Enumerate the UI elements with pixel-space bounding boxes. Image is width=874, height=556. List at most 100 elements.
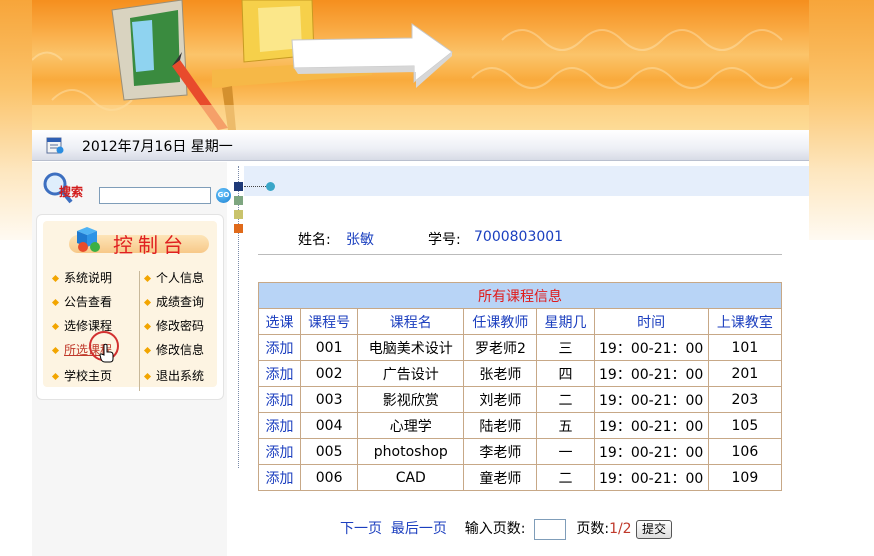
menu-item-change-password[interactable]: 修改密码 [143,317,204,334]
bullet-icon [51,346,60,355]
search-input[interactable] [99,187,211,204]
column-header: 时间 [593,308,709,335]
student-id-label: 学号: [428,232,461,248]
page-number-input[interactable] [533,518,566,540]
menu-item-school-home[interactable]: 学校主页 [51,367,112,384]
column-header: 课程号 [300,308,359,335]
menu-item-system-info[interactable]: 系统说明 [51,269,112,286]
bullet-icon [143,274,152,283]
next-page-link[interactable]: 下一页 [340,521,382,537]
table-cell: 陆老师 [463,412,538,439]
table-row: 添加 004 心理学 陆老师五 19：00-21：00 105 [257,412,783,439]
table-cell: CAD [357,464,465,491]
page-submit-button[interactable]: 提交 [636,519,673,539]
table-cell: 李老师 [463,438,538,465]
column-header: 选课 [257,308,302,335]
page-count-label: 页数: [576,521,610,537]
table-cell: 二 [536,464,595,491]
table-cell: 心理学 [357,412,465,439]
add-course-link[interactable]: 添加 [257,412,302,439]
table-row: 添加 003 影视欣赏 刘老师二 19：00-21：00 203 [257,386,783,413]
table-cell: 童老师 [463,464,538,491]
table-cell: 105 [707,412,783,439]
table-cell: 003 [300,386,359,413]
page-container: 2012年7月16日 星期一 搜索 GO 控制台 系统说明 公告查看 选修课程 … [32,0,809,556]
table-cell: 二 [536,386,595,413]
table-cell: 001 [300,334,359,361]
current-date: 2012年7月16日 星期一 [82,139,233,155]
table-row: 添加 005 photoshop 李老师一 19：00-21：00 106 [257,438,783,465]
menu-item-logout[interactable]: 退出系统 [143,367,204,384]
table-header-row: 选课 课程号 课程名 任课教师 星期几 时间 上课教室 [257,308,783,335]
table-cell: 005 [300,438,359,465]
bullet-icon [51,274,60,283]
header-banner [32,0,809,130]
menu-divider [139,271,140,391]
table-cell: 109 [707,464,783,491]
table-cell: 101 [707,334,783,361]
menu-item-announcements[interactable]: 公告查看 [51,293,112,310]
column-header: 星期几 [536,308,595,335]
add-course-link[interactable]: 添加 [257,334,302,361]
student-info: 姓名: 张敏 学号: 7000803001 [258,228,782,255]
table-cell: 004 [300,412,359,439]
deco-dotted-line [244,186,268,187]
menu-item-grade-query[interactable]: 成绩查询 [143,293,204,310]
table-cell: 五 [536,412,595,439]
table-cell: 电脑美术设计 [357,334,465,361]
calendar-icon [46,137,64,154]
deco-dot [266,182,275,191]
table-cell: 广告设计 [357,360,465,387]
cubes-icon [77,227,100,252]
table-cell: 19：00-21：00 [593,334,709,361]
bullet-icon [51,298,60,307]
sidebar: 搜索 GO 控制台 系统说明 公告查看 选修课程 所选课程 学校主页 个人信息 … [32,162,231,556]
table-cell: 203 [707,386,783,413]
control-panel: 控制台 系统说明 公告查看 选修课程 所选课程 学校主页 个人信息 成绩查询 修… [36,214,224,400]
add-course-link[interactable]: 添加 [257,360,302,387]
table-cell: 106 [707,438,783,465]
last-page-link[interactable]: 最后一页 [391,521,447,537]
table-cell: 201 [707,360,783,387]
table-cell: 002 [300,360,359,387]
search-area: 搜索 GO [42,170,231,208]
date-bar: 2012年7月16日 星期一 [32,130,809,161]
banner-illustration [32,0,809,130]
add-course-link[interactable]: 添加 [257,386,302,413]
search-label: 搜索 [59,184,83,199]
name-value: 张敏 [346,232,374,248]
table-cell: photoshop [357,438,465,465]
table-cell: 19：00-21：00 [593,386,709,413]
bullet-icon [143,372,152,381]
bullet-icon [143,346,152,355]
search-go-button[interactable]: GO [216,188,231,203]
table-row: 添加 006 CAD 童老师二 19：00-21：00 109 [257,464,783,491]
menu-item-personal-info[interactable]: 个人信息 [143,269,204,286]
deco-square [234,210,243,219]
table-cell: 19：00-21：00 [593,360,709,387]
column-header: 课程名 [357,308,465,335]
deco-square [234,224,243,233]
page-input-label: 输入页数: [464,521,526,537]
deco-square [234,182,243,191]
table-cell: 三 [536,334,595,361]
table-cell: 刘老师 [463,386,538,413]
menu-item-edit-info[interactable]: 修改信息 [143,341,204,358]
add-course-link[interactable]: 添加 [257,464,302,491]
table-cell: 张老师 [463,360,538,387]
table-cell: 19：00-21：00 [593,438,709,465]
bullet-icon [143,322,152,331]
deco-square [234,196,243,205]
add-course-link[interactable]: 添加 [257,438,302,465]
table-cell: 四 [536,360,595,387]
table-row: 添加 002 广告设计 张老师四 19：00-21：00 201 [257,360,783,387]
table-cell: 一 [536,438,595,465]
table-row: 添加 001 电脑美术设计 罗老师2 三 19：00-21：00 101 [257,334,783,361]
table-body: 添加 001 电脑美术设计 罗老师2 三 19：00-21：00 101 添加 002 广告设计张… [257,334,783,491]
content-header-strip [244,166,809,196]
table-cell: 罗老师2 [463,334,538,361]
pagination: 下一页 最后一页 输入页数: 页数:1/2 提交 [340,518,673,540]
bullet-icon [51,372,60,381]
table-caption: 所有课程信息 [258,282,782,309]
control-panel-inner: 控制台 系统说明 公告查看 选修课程 所选课程 学校主页 个人信息 成绩查询 修… [43,221,217,391]
